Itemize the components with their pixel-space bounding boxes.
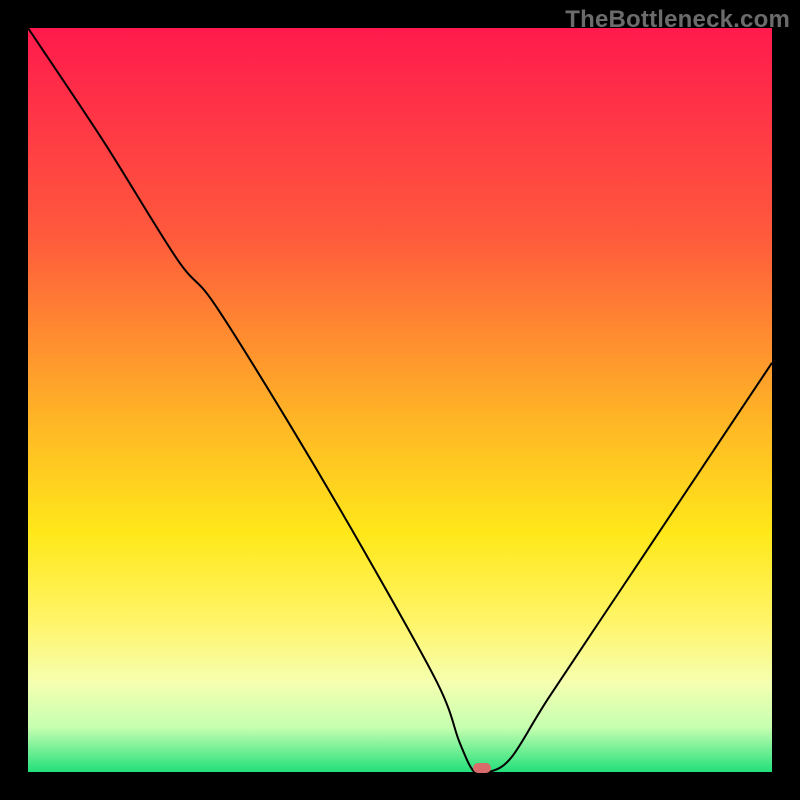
bottleneck-curve: [28, 28, 772, 772]
chart-frame: TheBottleneck.com: [0, 0, 800, 800]
plot-area: [28, 28, 772, 772]
optimal-point-marker: [473, 763, 491, 773]
watermark-text: TheBottleneck.com: [565, 6, 790, 34]
